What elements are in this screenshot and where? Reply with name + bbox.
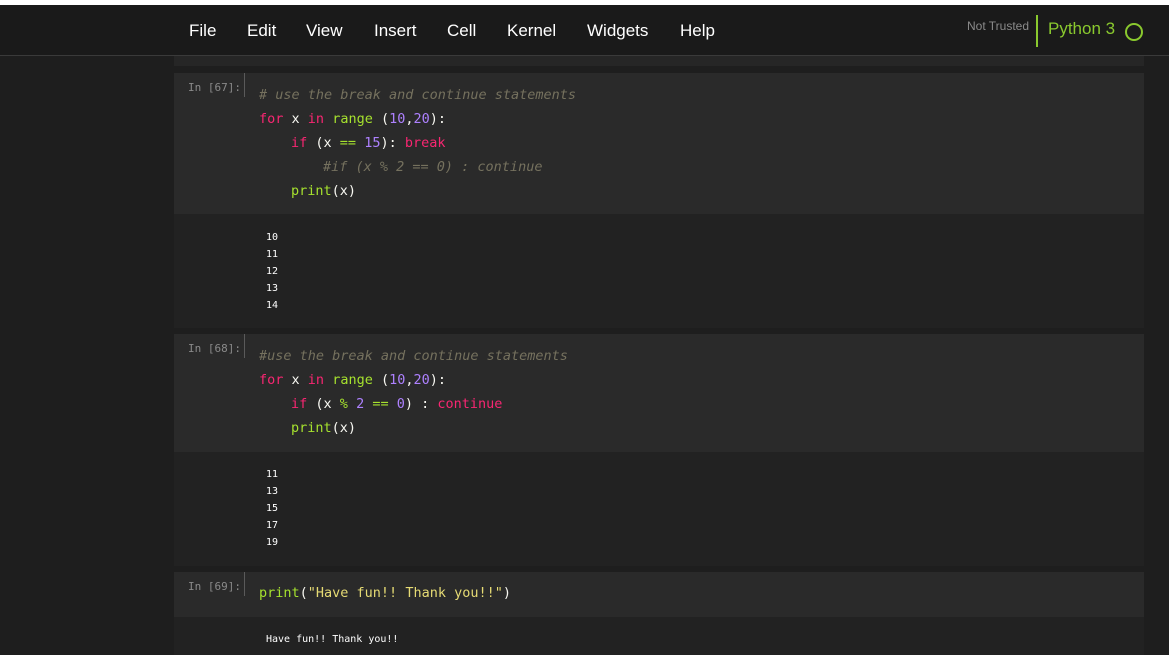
menu-insert[interactable]: Insert [374,21,417,41]
code-keyword: in [307,111,325,127]
code-string: "Have fun!! Thank you!!" [307,585,503,601]
code-line: print("Have fun!! Thank you!!") [259,585,511,601]
code-text: ): [429,372,447,388]
code-builtin: print [291,183,332,199]
output-line: Have fun!! Thank you!! [266,634,399,645]
code-operator: == [372,396,389,412]
code-line: #use the break and continue statements [259,348,568,364]
prompt-divider [244,73,245,97]
prompt-divider [244,572,245,596]
code-text: ): [380,135,405,151]
code-builtin: print [259,585,300,601]
code-line: for x in range (10,20): [259,372,446,388]
code-line: if (x % 2 == 0) : continue [291,396,502,412]
code-text: , [405,372,414,388]
code-line: print(x) [291,183,356,199]
menu-help[interactable]: Help [680,21,715,41]
code-operator: % [339,396,348,412]
input-prompt: In [69]: [188,580,241,593]
code-text: ( [299,585,308,601]
code-text: ) [502,585,511,601]
code-line: # use the break and continue statements [259,87,576,103]
code-line: if (x == 15): break [291,135,445,151]
output-line: 11 [266,469,279,480]
code-number: 10 [389,111,406,127]
code-line: print(x) [291,420,356,436]
menu-edit[interactable]: Edit [247,21,276,41]
code-text: ): [429,111,447,127]
code-comment: # use the break and continue statements [259,87,576,103]
output-line: 17 [266,520,279,531]
code-comment: #if (x % 2 == 0) : continue [323,159,543,175]
code-builtin: range [332,111,373,127]
code-text: x [283,111,308,127]
code-keyword: for [259,372,284,388]
cell-input-area[interactable]: In [68]: #use the break and continue sta… [174,334,1144,452]
code-keyword: continue [437,396,503,412]
code-keyword: in [307,372,325,388]
code-keyword: for [259,111,284,127]
code-line: #if (x % 2 == 0) : continue [323,159,542,175]
code-number: 10 [389,372,406,388]
code-number: 15 [364,135,381,151]
code-comment: #use the break and continue statements [259,348,568,364]
code-text: ) : [404,396,438,412]
code-number: 0 [396,396,405,412]
cell-input-area[interactable]: In [69]: print("Have fun!! Thank you!!") [174,572,1144,617]
output-line: 19 [266,537,279,548]
menu-kernel[interactable]: Kernel [507,21,556,41]
code-operator: == [339,135,357,151]
output-line: 14 [266,300,279,311]
code-text: (x [307,135,340,151]
menu-cell[interactable]: Cell [447,21,476,41]
input-prompt: In [68]: [188,342,241,355]
previous-cell-stub [174,56,1144,66]
code-text: (x [307,396,340,412]
code-number: 2 [356,396,365,412]
cell-output-area: Have fun!! Thank you!! [174,617,1144,655]
input-prompt: In [67]: [188,81,241,94]
menu-file[interactable]: File [189,21,216,41]
code-number: 20 [413,372,430,388]
code-text: (x) [331,420,357,436]
code-text: x [283,372,308,388]
code-keyword: if [291,396,308,412]
output-line: 15 [266,503,279,514]
circle-outline-icon [1125,23,1143,41]
cell-output-area: 11 13 15 17 19 [174,452,1144,566]
code-keyword: break [404,135,446,151]
cell-input-area[interactable]: In [67]: # use the break and continue st… [174,73,1144,214]
code-line: for x in range (10,20): [259,111,446,127]
code-text: , [405,111,414,127]
notebook-container: In [67]: # use the break and continue st… [174,56,1144,655]
cell-output-area: 10 11 12 13 14 [174,214,1144,328]
code-keyword: if [291,135,308,151]
output-line: 11 [266,249,279,260]
code-number: 20 [413,111,430,127]
menu-bar: File Edit View Insert Cell Kernel Widget… [0,5,1169,56]
output-line: 12 [266,266,279,277]
prompt-divider [244,334,245,358]
output-line: 13 [266,486,279,497]
output-line: 13 [266,283,279,294]
menu-view[interactable]: View [306,21,343,41]
code-text: ( [372,372,390,388]
kernel-separator [1036,15,1038,47]
kernel-name[interactable]: Python 3 [1048,19,1115,39]
output-line: 10 [266,232,279,243]
code-builtin: print [291,420,332,436]
menu-widgets[interactable]: Widgets [587,21,648,41]
code-text: ( [372,111,390,127]
code-text: (x) [331,183,357,199]
code-builtin: range [332,372,373,388]
not-trusted-indicator[interactable]: Not Trusted [967,19,1029,33]
